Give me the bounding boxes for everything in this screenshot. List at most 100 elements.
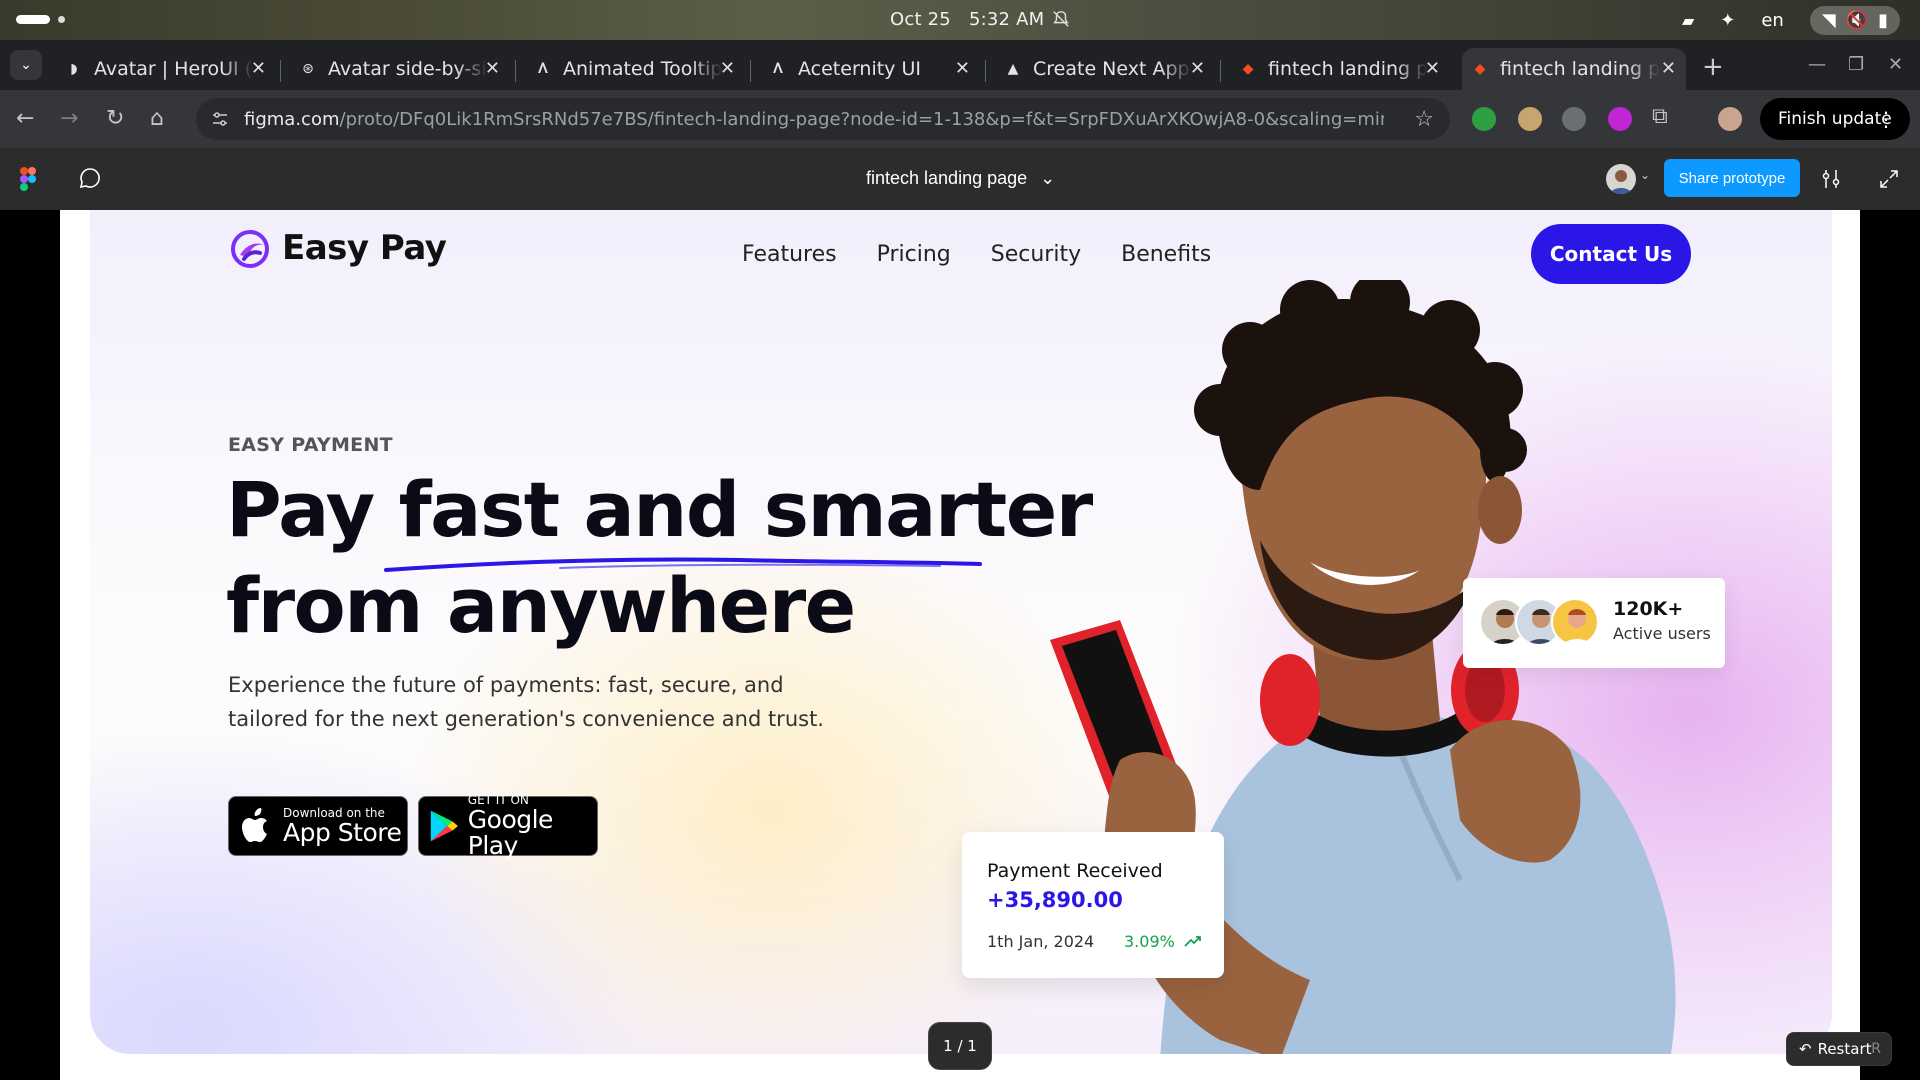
tab-avatar-heroui[interactable]: ◗ Avatar | HeroUI (F ✕ [56,48,276,90]
settings-sliders-icon[interactable] [1820,168,1842,190]
restart-shortcut: R [1871,1041,1881,1057]
aceternity-favicon-icon: 𝚲 [773,61,783,77]
contact-us-button[interactable]: Contact Us [1531,224,1691,284]
user-avatar-3 [1551,598,1599,646]
expand-icon[interactable] [1878,168,1900,190]
hero-section: Easy Pay Features Pricing Security Benef… [90,210,1832,1054]
tab-title: Create Next App [1033,58,1190,80]
minimize-icon[interactable]: — [1808,54,1826,75]
url-path: /proto/DFq0Lik1RmSrsRNd57e7BS/fintech-la… [339,108,1385,130]
comment-icon[interactable] [78,166,102,190]
close-tab-icon[interactable]: ✕ [485,58,500,79]
active-users-count: 120K+ [1613,598,1684,620]
profile-avatar[interactable] [1718,107,1742,131]
extension-plus-icon[interactable] [1472,107,1496,131]
google-play-logo-icon [430,810,458,842]
finish-update-button[interactable]: Finish update ⋮ [1760,98,1910,140]
url-host: figma.com [244,108,340,130]
active-users-label: Active users [1613,624,1711,643]
back-arrow-icon[interactable]: ← [16,106,34,131]
share-label: Share prototype [1678,169,1786,187]
close-tab-icon[interactable]: ✕ [1425,58,1440,79]
tab-title: Avatar | HeroUI (F [94,58,254,80]
heroui-favicon-icon: ◗ [70,61,78,77]
tab-create-next-app[interactable]: ▲ Create Next App ✕ [995,48,1215,90]
extensions-puzzle-icon[interactable]: ⧉ [1652,104,1668,129]
reload-icon[interactable]: ↻ [106,106,124,131]
tab-divider [985,60,986,82]
system-menu[interactable]: ◥ 🔇 ▮ [1809,6,1900,35]
frame-pager[interactable]: 1 / 1 [928,1022,992,1070]
contact-label: Contact Us [1549,242,1673,266]
nav-benefits[interactable]: Benefits [1121,242,1211,267]
finish-update-label: Finish update [1778,109,1892,129]
tab-search-button[interactable]: ⌄ [10,50,42,80]
forward-arrow-icon[interactable]: → [60,106,78,131]
close-window-icon[interactable]: ✕ [1888,54,1903,75]
restart-button[interactable]: ↶ Restart R [1786,1032,1892,1066]
address-bar[interactable]: figma.com/proto/DFq0Lik1RmSrsRNd57e7BS/f… [196,98,1450,140]
share-prototype-button[interactable]: Share prototype [1664,159,1800,197]
main-nav: Features Pricing Security Benefits [742,242,1211,267]
figma-favicon-icon: ◆ [1242,61,1254,77]
clock[interactable]: Oct 25 5:32 AM [890,9,1062,30]
restore-window-icon[interactable]: ❐ [1848,54,1864,75]
figma-prototype-toolbar: fintech landing page ⌄ ⌄ Share prototype [0,148,1920,210]
extension-owl-icon[interactable] [1518,107,1542,131]
close-tab-icon[interactable]: ✕ [720,58,735,79]
tab-avatar-side-by-side[interactable]: ⊛ Avatar side-by-sid ✕ [290,48,510,90]
more-vertical-icon: ⋮ [1876,107,1896,131]
close-tab-icon[interactable]: ✕ [1190,58,1205,79]
nav-features[interactable]: Features [742,242,837,267]
brand-logo-link[interactable]: Easy Pay [230,225,447,271]
app-store-big: App Store [283,817,402,847]
user-avatar[interactable] [1606,164,1636,194]
extension-pink-icon[interactable] [1608,107,1632,131]
tab-animated-tooltip[interactable]: 𝚲 Animated Tooltip ✕ [525,48,745,90]
file-name-dropdown[interactable]: fintech landing page ⌄ [866,168,1055,189]
avatar-chevron-icon[interactable]: ⌄ [1640,168,1650,182]
docker-icon[interactable]: ▰ [1682,11,1694,30]
bookmark-star-icon[interactable]: ☆ [1414,107,1434,132]
extension-sync-icon[interactable] [1562,107,1586,131]
tab-title: fintech landing pa [1500,58,1660,80]
google-play-big: Google Play [467,804,554,860]
payment-received-card: Payment Received +35,890.00 1th Jan, 202… [962,832,1224,978]
figma-logo-icon[interactable] [20,167,36,191]
tab-aceternity-ui[interactable]: 𝚲 Aceternity UI ✕ [760,48,980,90]
workspace-dot[interactable] [58,16,65,23]
accessibility-icon[interactable]: ✦ [1720,10,1735,31]
file-name: fintech landing page [866,168,1028,188]
tab-divider [750,60,751,82]
tab-divider [515,60,516,82]
site-settings-icon[interactable] [210,109,230,129]
url-text[interactable]: figma.com/proto/DFq0Lik1RmSrsRNd57e7BS/f… [244,109,1384,130]
aceternity-favicon-icon: 𝚲 [538,61,548,77]
close-tab-icon[interactable]: ✕ [955,58,970,79]
app-store-button[interactable]: Download on the App Store [228,796,408,856]
notifications-off-icon[interactable] [1052,10,1070,28]
tab-fintech-landing-active[interactable]: ◆ fintech landing pa ✕ [1462,48,1686,90]
eyebrow-label: EASY PAYMENT [228,434,393,456]
tab-title: Avatar side-by-sid [328,58,488,80]
google-play-button[interactable]: GET IT ON Google Play [418,793,598,860]
payment-title: Payment Received [987,860,1163,882]
workspace-indicator[interactable] [16,15,50,24]
date-text: Oct 25 [890,9,951,30]
battery-icon: ▮ [1878,10,1888,31]
nav-pricing[interactable]: Pricing [877,242,951,267]
close-tab-icon[interactable]: ✕ [1661,58,1676,79]
home-icon[interactable]: ⌂ [150,106,164,131]
restart-label: Restart [1817,1040,1872,1058]
headline-underline-squiggle [384,557,982,572]
tab-fintech-landing-1[interactable]: ◆ fintech landing pa ✕ [1230,48,1450,90]
browser-toolbar: ← → ↻ ⌂ figma.com/proto/DFq0Lik1RmSrsRNd… [0,90,1920,148]
volume-muted-icon: 🔇 [1845,10,1869,31]
nav-security[interactable]: Security [991,242,1081,267]
close-tab-icon[interactable]: ✕ [251,58,266,79]
apple-logo-icon [242,808,267,842]
language-indicator[interactable]: en [1761,10,1783,31]
easy-pay-logo-icon [231,230,269,268]
new-tab-plus-icon[interactable]: + [1702,52,1724,82]
os-top-bar: Oct 25 5:32 AM ▰ ✦ en ◥ 🔇 ▮ [0,0,1920,40]
